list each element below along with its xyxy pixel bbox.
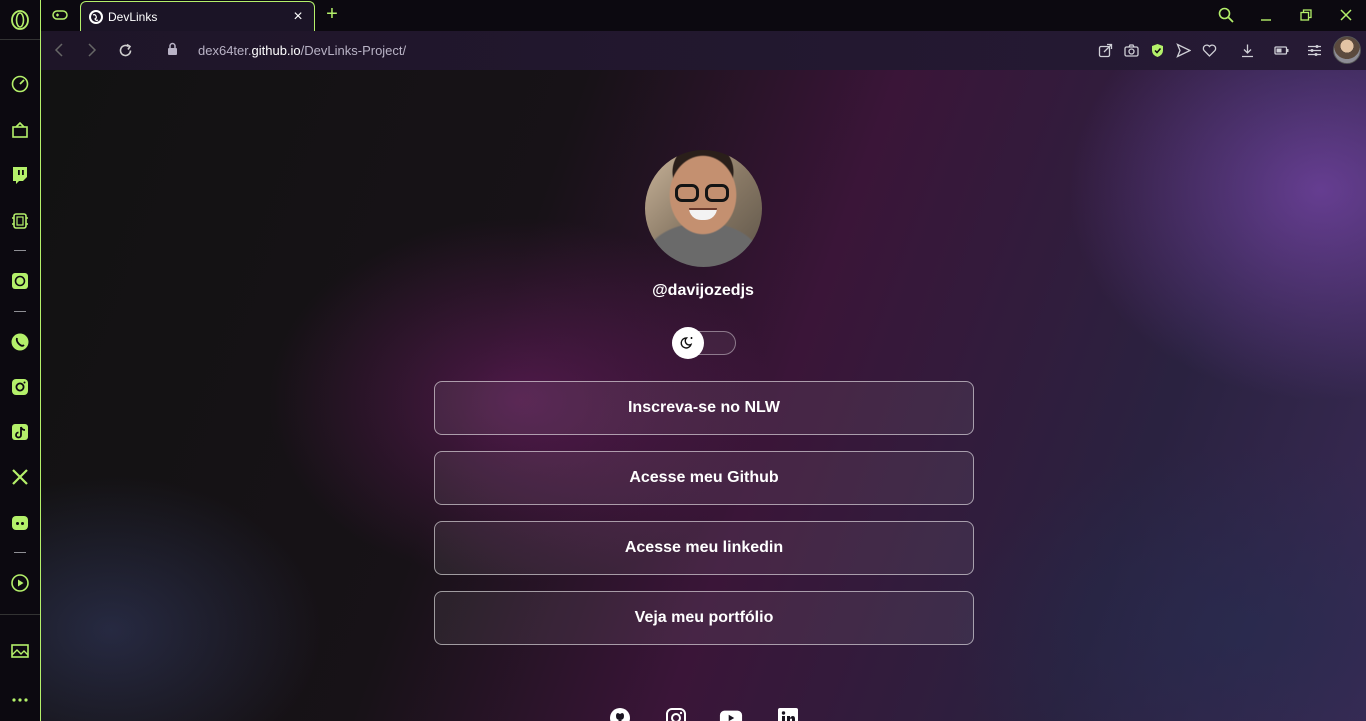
lock-icon[interactable] bbox=[167, 42, 178, 61]
whatsapp-icon[interactable] bbox=[8, 330, 32, 354]
gamepad-icon[interactable] bbox=[49, 5, 71, 25]
shield-icon[interactable] bbox=[1148, 41, 1166, 59]
send-icon[interactable] bbox=[1174, 41, 1192, 59]
url-host: github.io bbox=[251, 43, 301, 58]
twitch-icon[interactable] bbox=[8, 163, 32, 187]
tiktok-icon[interactable] bbox=[8, 420, 32, 444]
browser-window: DevLinks × + dex64ter.github.io/DevLinks… bbox=[0, 0, 1366, 721]
shopping-icon[interactable] bbox=[8, 118, 32, 142]
avatar bbox=[645, 150, 762, 267]
link-list: Inscreva-se no NLW Acesse meu Github Ace… bbox=[434, 381, 974, 661]
url-field[interactable]: dex64ter.github.io/DevLinks-Project/ bbox=[198, 43, 406, 58]
share-icon[interactable] bbox=[1096, 41, 1114, 59]
instagram-icon[interactable] bbox=[8, 375, 32, 399]
tab-devlinks[interactable]: DevLinks × bbox=[80, 1, 315, 31]
sidebar bbox=[0, 0, 41, 721]
tab-title: DevLinks bbox=[108, 9, 158, 24]
new-tab-button[interactable]: + bbox=[323, 3, 341, 25]
back-icon[interactable] bbox=[49, 40, 69, 60]
restore-button[interactable] bbox=[1294, 4, 1318, 26]
divider bbox=[0, 614, 40, 615]
opera-logo-icon[interactable] bbox=[8, 8, 32, 32]
link-nlw-button[interactable]: Inscreva-se no NLW bbox=[434, 381, 974, 435]
battery-icon[interactable] bbox=[1272, 41, 1290, 59]
easy-setup-icon[interactable] bbox=[1305, 41, 1323, 59]
gallery-icon[interactable] bbox=[8, 639, 32, 663]
instagram-icon[interactable] bbox=[664, 706, 688, 721]
player-icon[interactable] bbox=[8, 571, 32, 595]
x-icon[interactable] bbox=[8, 465, 32, 489]
chatgpt-icon[interactable] bbox=[8, 269, 32, 293]
globe-icon bbox=[89, 9, 103, 24]
username: @davijozedjs bbox=[652, 282, 754, 299]
link-portfolio-button[interactable]: Veja meu portfólio bbox=[434, 591, 974, 645]
link-linkedin-button[interactable]: Acesse meu linkedin bbox=[434, 521, 974, 575]
crypto-wallet-icon[interactable] bbox=[8, 209, 32, 233]
address-bar: dex64ter.github.io/DevLinks-Project/ bbox=[41, 31, 1366, 70]
speed-dial-icon[interactable] bbox=[8, 72, 32, 96]
social-links bbox=[608, 706, 808, 721]
search-icon[interactable] bbox=[1214, 4, 1238, 26]
link-github-button[interactable]: Acesse meu Github bbox=[434, 451, 974, 505]
web-page: @davijozedjs Inscreva-se no NLW Acesse m… bbox=[41, 70, 1366, 721]
divider bbox=[0, 39, 40, 40]
smile bbox=[689, 208, 717, 220]
close-window-button[interactable] bbox=[1334, 4, 1358, 26]
minimize-button[interactable] bbox=[1254, 4, 1278, 26]
reload-icon[interactable] bbox=[115, 40, 135, 60]
linkedin-icon[interactable] bbox=[776, 706, 800, 721]
github-icon[interactable] bbox=[608, 706, 632, 721]
divider bbox=[14, 311, 26, 312]
more-icon[interactable] bbox=[8, 688, 32, 712]
heart-icon[interactable] bbox=[1200, 41, 1218, 59]
forward-icon[interactable] bbox=[82, 40, 102, 60]
glasses bbox=[675, 184, 731, 202]
url-path: /DevLinks-Project/ bbox=[300, 43, 407, 58]
moon-sun-icon[interactable] bbox=[672, 327, 704, 359]
tab-close-icon[interactable]: × bbox=[290, 8, 306, 25]
url-host-prefix: dex64ter. bbox=[198, 43, 252, 58]
divider bbox=[14, 250, 26, 251]
tab-bar: DevLinks × + bbox=[41, 0, 1366, 31]
theme-toggle[interactable] bbox=[672, 327, 736, 359]
download-icon[interactable] bbox=[1238, 41, 1256, 59]
camera-icon[interactable] bbox=[1122, 41, 1140, 59]
discord-icon[interactable] bbox=[8, 511, 32, 535]
divider bbox=[14, 552, 26, 553]
youtube-icon[interactable] bbox=[719, 706, 743, 721]
profile-avatar[interactable] bbox=[1333, 36, 1361, 64]
